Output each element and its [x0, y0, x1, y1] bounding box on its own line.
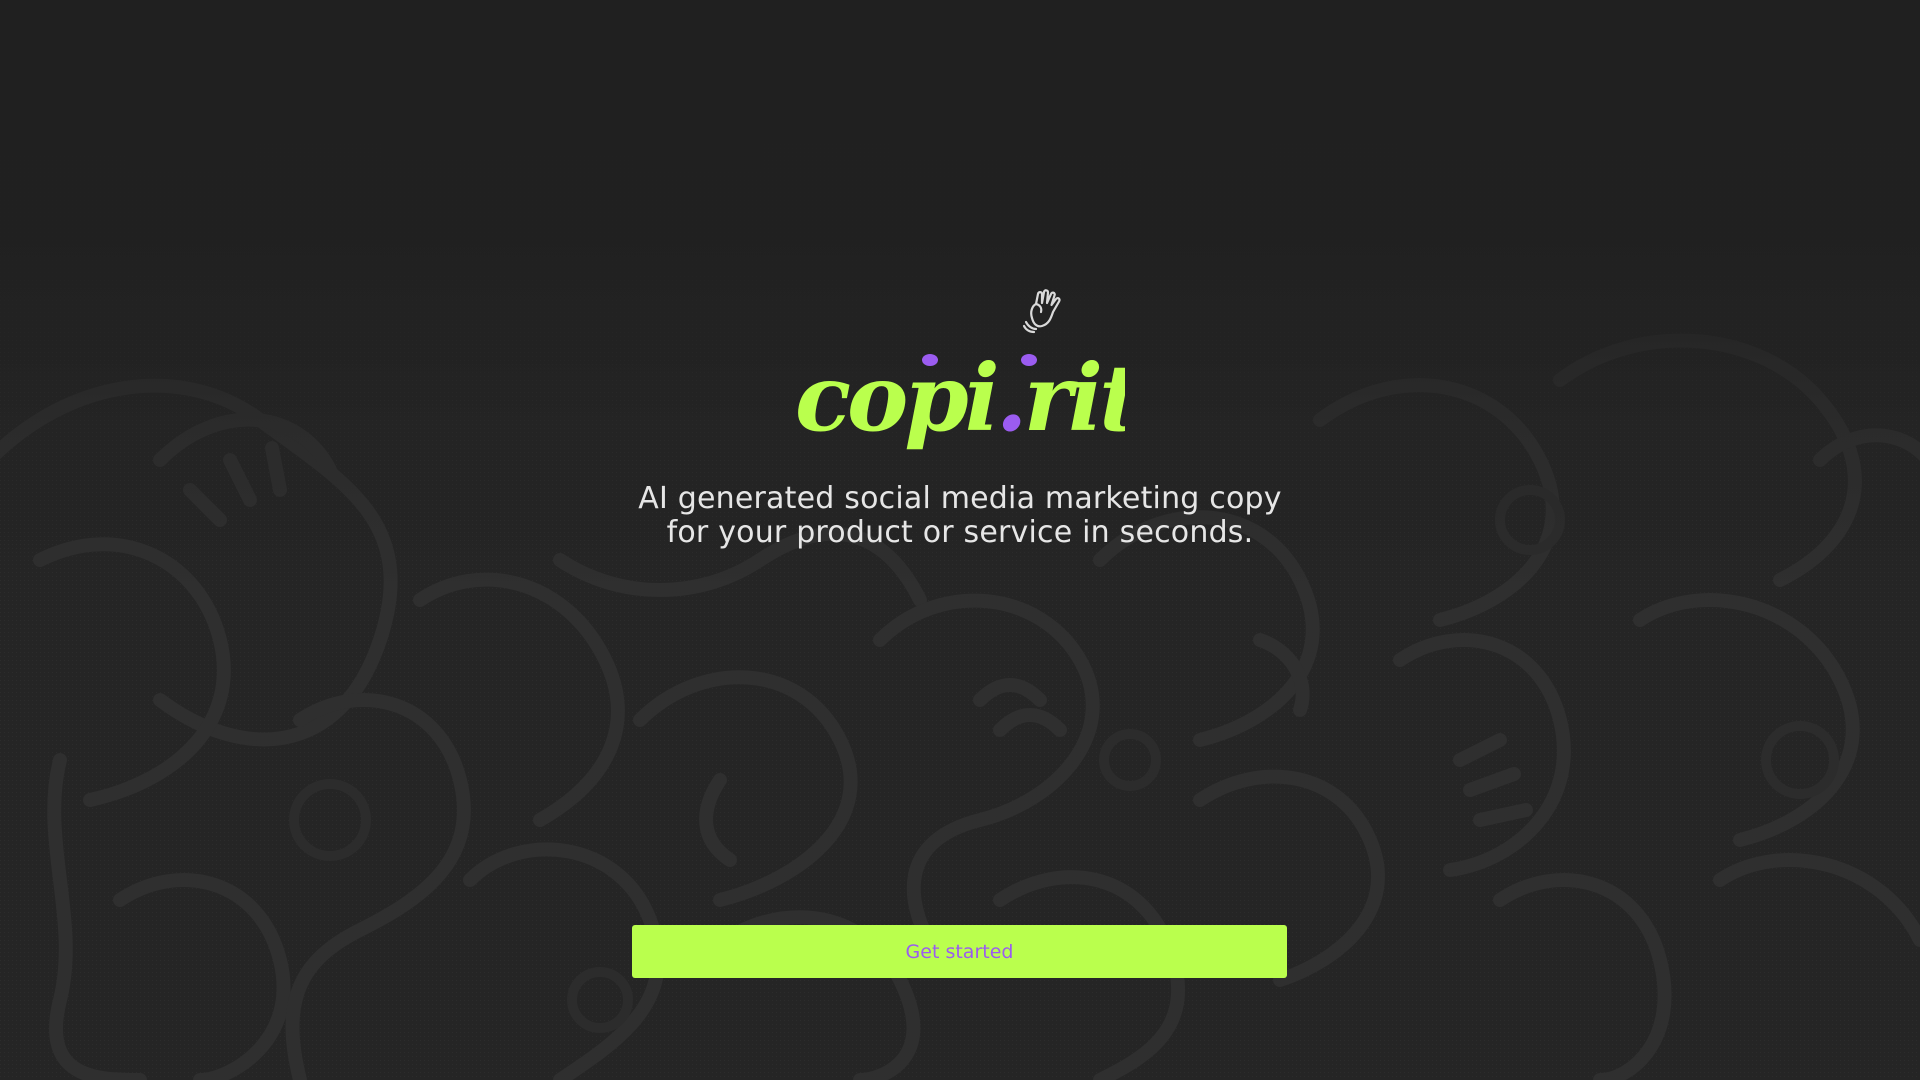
- logo-text-dot: .: [996, 344, 1024, 452]
- logo-i-dot-1: [922, 354, 938, 366]
- copi-rite-logo: copi.rite: [795, 344, 1125, 452]
- hero-section: copi.rite AI generated social media mark…: [0, 0, 1920, 1080]
- get-started-button[interactable]: Get started: [632, 925, 1287, 978]
- landing-page: copi.rite AI generated social media mark…: [0, 0, 1920, 1080]
- tagline-line-1: AI generated social media marketing copy: [638, 481, 1282, 516]
- logo-i-dot-2: [1021, 354, 1037, 366]
- svg-text:copi.rite: copi.rite: [795, 344, 1125, 452]
- logo-text-copi: copi: [795, 344, 996, 452]
- hand-cursor-icon: [1022, 289, 1061, 334]
- logo-text-rite: rite: [1024, 344, 1125, 452]
- tagline-line-2: for your product or service in seconds.: [666, 515, 1254, 550]
- hero-tagline: AI generated social media marketing copy…: [560, 482, 1360, 550]
